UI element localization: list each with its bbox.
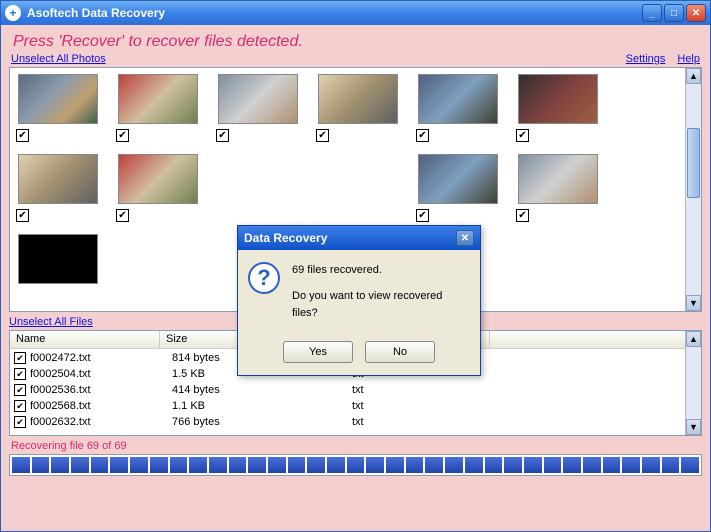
question-icon: ? xyxy=(248,262,280,294)
photo-checkbox[interactable]: ✔ xyxy=(116,209,129,222)
photo-thumb[interactable]: ✔ xyxy=(118,74,198,124)
scroll-down-button[interactable]: ▼ xyxy=(686,419,701,435)
yes-button[interactable]: Yes xyxy=(283,341,353,363)
dialog-title: Data Recovery xyxy=(244,231,327,245)
photo-thumb[interactable]: ✔ xyxy=(218,74,298,124)
photo-scrollbar[interactable]: ▲ ▼ xyxy=(685,68,701,311)
file-row[interactable]: ✔f0002536.txt414 bytestxt xyxy=(10,382,701,398)
photo-checkbox[interactable]: ✔ xyxy=(216,129,229,142)
scroll-up-button[interactable]: ▲ xyxy=(686,331,701,347)
file-row[interactable]: ✔f0002568.txt1.1 KBtxt xyxy=(10,398,701,414)
dialog-message: 69 files recovered. Do you want to view … xyxy=(292,262,470,323)
column-name[interactable]: Name xyxy=(10,331,160,348)
photo-thumb[interactable] xyxy=(18,234,98,284)
dialog-titlebar: Data Recovery ✕ xyxy=(238,226,480,250)
photo-checkbox[interactable]: ✔ xyxy=(16,129,29,142)
photo-thumb[interactable]: ✔ xyxy=(418,154,498,204)
photo-checkbox[interactable]: ✔ xyxy=(316,129,329,142)
window-title: Asoftech Data Recovery xyxy=(27,6,165,20)
scroll-thumb[interactable] xyxy=(687,128,700,198)
titlebar: + Asoftech Data Recovery _ □ ✕ xyxy=(1,1,710,25)
file-checkbox[interactable]: ✔ xyxy=(14,384,26,396)
photo-checkbox[interactable]: ✔ xyxy=(416,209,429,222)
column-blank xyxy=(490,331,701,348)
photo-checkbox[interactable]: ✔ xyxy=(516,129,529,142)
file-row[interactable]: ✔f0002632.txt766 bytestxt xyxy=(10,414,701,430)
photo-checkbox[interactable]: ✔ xyxy=(516,209,529,222)
file-checkbox[interactable]: ✔ xyxy=(14,416,26,428)
dialog-close-button[interactable]: ✕ xyxy=(456,230,474,246)
photo-thumb[interactable]: ✔ xyxy=(18,74,98,124)
minimize-button[interactable]: _ xyxy=(642,4,662,22)
no-button[interactable]: No xyxy=(365,341,435,363)
file-scrollbar[interactable]: ▲ ▼ xyxy=(685,331,701,435)
unselect-all-files-link[interactable]: Unselect All Files xyxy=(9,316,93,328)
photo-checkbox[interactable]: ✔ xyxy=(416,129,429,142)
unselect-all-photos-link[interactable]: Unselect All Photos xyxy=(11,53,106,65)
file-checkbox[interactable]: ✔ xyxy=(14,368,26,380)
photo-thumb[interactable]: ✔ xyxy=(418,74,498,124)
file-checkbox[interactable]: ✔ xyxy=(14,352,26,364)
photo-checkbox[interactable]: ✔ xyxy=(116,129,129,142)
confirmation-dialog: Data Recovery ✕ ? 69 files recovered. Do… xyxy=(237,225,481,376)
scroll-up-button[interactable]: ▲ xyxy=(686,68,701,84)
instruction-text: Press 'Recover' to recover files detecte… xyxy=(9,29,702,53)
progress-bar xyxy=(9,454,702,476)
help-link[interactable]: Help xyxy=(677,53,700,65)
file-checkbox[interactable]: ✔ xyxy=(14,400,26,412)
photo-thumb[interactable]: ✔ xyxy=(318,74,398,124)
close-button[interactable]: ✕ xyxy=(686,4,706,22)
photo-checkbox[interactable]: ✔ xyxy=(16,209,29,222)
app-icon: + xyxy=(5,5,21,21)
settings-link[interactable]: Settings xyxy=(626,53,666,65)
scroll-down-button[interactable]: ▼ xyxy=(686,295,701,311)
maximize-button[interactable]: □ xyxy=(664,4,684,22)
photo-thumb[interactable]: ✔ xyxy=(18,154,98,204)
photo-thumb[interactable]: ✔ xyxy=(518,74,598,124)
content-area: Press 'Recover' to recover files detecte… xyxy=(1,25,710,531)
status-text: Recovering file 69 of 69 xyxy=(9,436,702,454)
photo-thumb[interactable]: ✔ xyxy=(518,154,598,204)
photo-thumb[interactable]: ✔ xyxy=(118,154,198,204)
top-links-bar: Unselect All Photos Settings Help xyxy=(9,53,702,67)
